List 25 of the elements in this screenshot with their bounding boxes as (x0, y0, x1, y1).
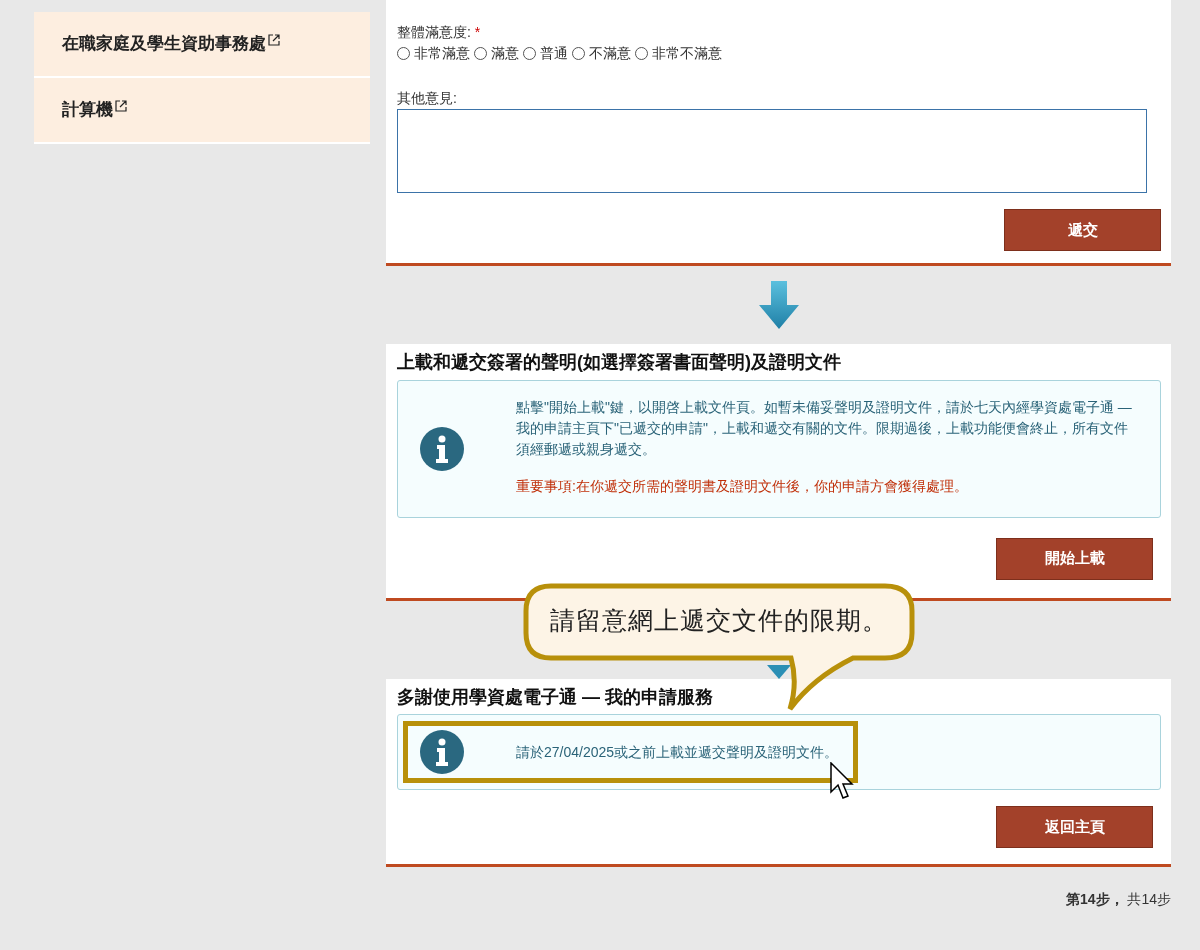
callout-text: 請留意網上遞交文件的限期。 (550, 605, 888, 636)
info-text: 請於27/04/2025或之前上載並遞交聲明及證明文件。 (515, 742, 839, 762)
home-button[interactable]: 返回主頁 (996, 806, 1153, 849)
down-arrow-icon (766, 664, 791, 679)
rating-option[interactable]: 非常不滿意 (635, 43, 722, 64)
section-title: 上載和遞交簽署的聲明(如選擇簽署書面聲明)及證明文件 (397, 352, 842, 374)
info-text: 點擊"開始上載"鍵，以開啓上載文件頁。如暫未備妥聲明及證明文件，請於七天內經學資處電子通 — 我的申請主頁下"已遞交的申請"，上載和遞交有關的文件。限期過後，上載功能便會終止，所有文件須經郵遞或親身遞交。 (516, 397, 1132, 459)
sidebar-link[interactable]: 在職家庭及學生資助事務處 (34, 12, 370, 78)
section-title: 多謝使用學資處電子通 — 我的申請服務 (397, 686, 714, 709)
start-upload-button[interactable]: 開始上載 (996, 537, 1153, 580)
rating-option[interactable]: 非常滿意 (397, 43, 470, 64)
required-mark: * (474, 24, 481, 40)
rating-option[interactable]: 普通 (523, 43, 568, 64)
rating-label: 整體滿意度: (397, 24, 471, 40)
step-indicator: 第14步， 共14步 (1065, 890, 1171, 910)
important-note: 重要事項:在你遞交所需的聲明書及證明文件後，你的申請方會獲得處理。 (516, 476, 969, 496)
info-icon (420, 426, 464, 471)
info-icon (420, 730, 464, 775)
comment-label: 其他意見: (397, 89, 458, 108)
submit-button[interactable]: 遞交 (1004, 209, 1161, 251)
rating-option[interactable]: 不滿意 (572, 43, 631, 64)
comment-field[interactable] (397, 109, 1147, 193)
rating-option[interactable]: 滿意 (474, 43, 519, 64)
down-arrow-icon (758, 281, 799, 329)
sidebar-link[interactable]: 計算機 (34, 78, 370, 144)
